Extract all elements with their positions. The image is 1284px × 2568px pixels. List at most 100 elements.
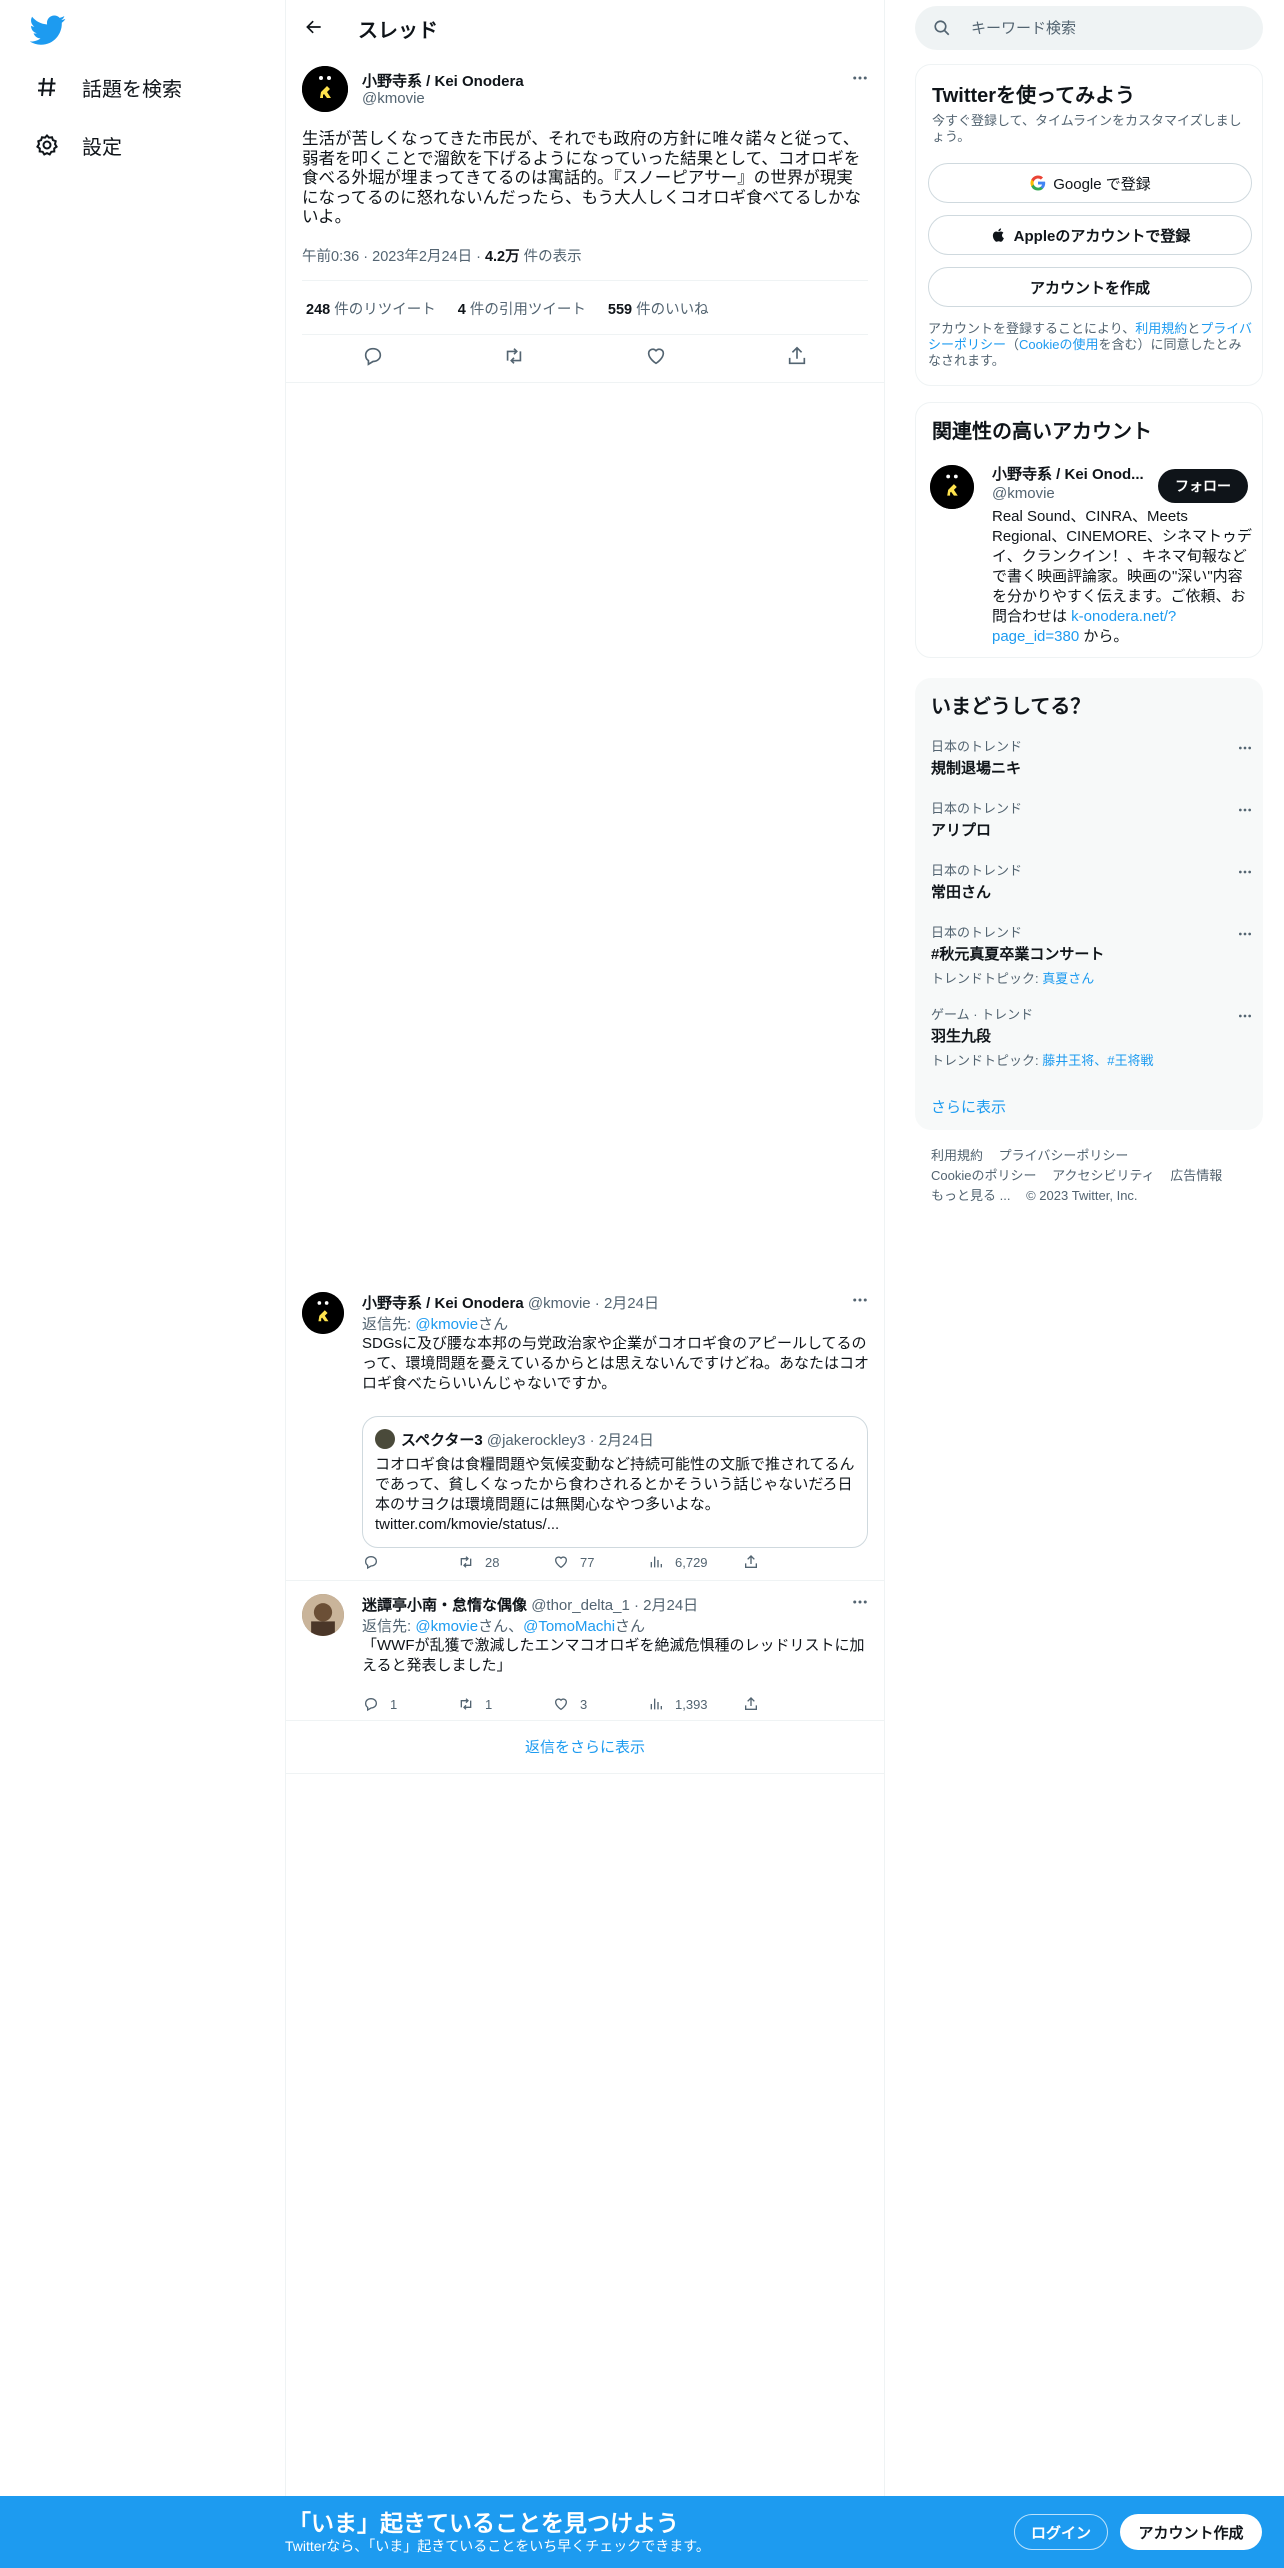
reply-to-handle[interactable]: @TomoMachi bbox=[523, 1618, 615, 1635]
footer-more-link[interactable]: もっと見る ... bbox=[931, 1188, 1010, 1203]
avatar[interactable] bbox=[930, 465, 974, 509]
signup-title: Twitterを使ってみよう bbox=[932, 85, 1136, 107]
google-signup-button[interactable]: Google で登録 bbox=[928, 163, 1252, 203]
cookie-link[interactable]: Cookieの使用 bbox=[1019, 337, 1098, 352]
tweet-text: 生活が苦しくなってきた市民が、それでも政府の方針に唯々諾々と従って、弱者を叩くこ… bbox=[302, 130, 862, 226]
like-icon bbox=[552, 1553, 570, 1571]
like-button[interactable]: 3 bbox=[552, 1695, 647, 1713]
reply-meta[interactable]: @thor_delta_1 · 2月24日 bbox=[531, 1597, 698, 1614]
more-options-icon[interactable] bbox=[1233, 922, 1257, 946]
signup-card: Twitterを使ってみよう 今すぐ登録して、タイムラインをカスタマイズしましょ… bbox=[915, 64, 1263, 386]
retweet-icon[interactable] bbox=[500, 342, 528, 370]
avatar[interactable] bbox=[302, 1292, 344, 1334]
divider bbox=[302, 280, 868, 281]
divider bbox=[302, 334, 868, 335]
reply-author-name[interactable]: 迷譚亭小南・怠惰な偶像 bbox=[362, 1597, 527, 1614]
more-options-icon[interactable] bbox=[848, 66, 872, 90]
retweets-stat[interactable]: 248 件のリツイート bbox=[306, 302, 436, 318]
sidebar-footer: 利用規約 プライバシーポリシー Cookieのポリシー アクセシビリティ 広告情… bbox=[931, 1146, 1251, 1206]
author-handle[interactable]: @kmovie bbox=[362, 90, 425, 107]
reply-to-handle[interactable]: @kmovie bbox=[415, 1316, 478, 1333]
reply-icon[interactable] bbox=[359, 342, 387, 370]
twitter-logo-icon[interactable] bbox=[29, 12, 66, 48]
terms-link[interactable]: 利用規約 bbox=[1135, 321, 1187, 336]
like-icon[interactable] bbox=[642, 342, 670, 370]
views-icon bbox=[647, 1695, 665, 1713]
trend-category: 日本のトレンド bbox=[931, 925, 1023, 940]
apple-signup-button[interactable]: Appleのアカウントで登録 bbox=[928, 215, 1252, 255]
likes-stat[interactable]: 559 件のいいね bbox=[608, 302, 709, 318]
share-button[interactable] bbox=[742, 1695, 782, 1713]
views-count: 1,393 bbox=[675, 1696, 708, 1712]
signup-legal-text: アカウントを登録することにより、利用規約とプライバシーポリシー（Cookieの使… bbox=[928, 321, 1253, 368]
search-bar[interactable] bbox=[915, 6, 1263, 50]
create-account-button[interactable]: アカウントを作成 bbox=[928, 267, 1252, 307]
quotes-stat[interactable]: 4 件の引用ツイート bbox=[458, 302, 586, 318]
reply-actions: 28 77 6,729 bbox=[362, 1550, 802, 1574]
trend-category: 日本のトレンド bbox=[931, 801, 1023, 816]
footer-privacy-link[interactable]: プライバシーポリシー bbox=[999, 1148, 1129, 1163]
reply-icon bbox=[362, 1553, 380, 1571]
trend-category: 日本のトレンド bbox=[931, 863, 1023, 878]
show-more-trends-link[interactable]: さらに表示 bbox=[931, 1096, 1006, 1117]
quote-link[interactable]: twitter.com/kmovie/status/... bbox=[375, 1516, 559, 1533]
more-options-icon[interactable] bbox=[1233, 1004, 1257, 1028]
views-button[interactable]: 6,729 bbox=[647, 1553, 742, 1571]
reply-author-name[interactable]: 小野寺系 / Kei Onodera bbox=[362, 1295, 524, 1312]
trend-item[interactable]: 日本のトレンド #秋元真夏卒業コンサート トレンドトピック: 真夏さん bbox=[931, 922, 1251, 987]
quote-avatar bbox=[375, 1429, 395, 1449]
reply-button[interactable] bbox=[362, 1553, 457, 1571]
retweet-button[interactable]: 1 bbox=[457, 1695, 552, 1713]
nav-settings[interactable]: 設定 bbox=[34, 125, 122, 165]
reply-to-handle[interactable]: @kmovie bbox=[415, 1618, 478, 1635]
trend-topic-link[interactable]: 藤井王将、#王将戦 bbox=[1042, 1053, 1153, 1068]
views-count: 6,729 bbox=[675, 1554, 708, 1570]
reply-header: 小野寺系 / Kei Onodera @kmovie · 2月24日 bbox=[362, 1292, 659, 1313]
quote-meta: @jakerockley3 · 2月24日 bbox=[486, 1432, 654, 1449]
trend-item[interactable]: 日本のトレンド 常田さん bbox=[931, 860, 1251, 902]
login-button[interactable]: ログイン bbox=[1014, 2514, 1108, 2550]
trend-item[interactable]: 日本のトレンド アリプロ bbox=[931, 798, 1251, 840]
footer-copyright: © 2023 Twitter, Inc. bbox=[1026, 1188, 1138, 1203]
trend-topic-link[interactable]: 真夏さん bbox=[1042, 971, 1094, 986]
like-count: 3 bbox=[580, 1696, 588, 1712]
views-count: 4.2万 bbox=[484, 249, 520, 265]
trend-item[interactable]: ゲーム · トレンド 羽生九段 トレンドトピック: 藤井王将、#王将戦 bbox=[931, 1004, 1251, 1069]
reply-button[interactable]: 1 bbox=[362, 1695, 457, 1713]
footer-ads-link[interactable]: 広告情報 bbox=[1170, 1168, 1222, 1183]
footer-accessibility-link[interactable]: アクセシビリティ bbox=[1052, 1168, 1155, 1183]
like-button[interactable]: 77 bbox=[552, 1553, 647, 1571]
back-arrow-icon[interactable] bbox=[300, 13, 328, 41]
views-button[interactable]: 1,393 bbox=[647, 1695, 742, 1713]
more-options-icon[interactable] bbox=[848, 1590, 872, 1614]
more-options-icon[interactable] bbox=[1233, 736, 1257, 760]
follow-button[interactable]: フォロー bbox=[1158, 469, 1248, 503]
nav-explore[interactable]: 話題を検索 bbox=[34, 67, 182, 107]
trend-topic: トレンドトピック: 真夏さん bbox=[931, 971, 1095, 986]
avatar[interactable] bbox=[302, 66, 348, 112]
more-options-icon[interactable] bbox=[848, 1288, 872, 1312]
show-more-replies-link[interactable]: 返信をさらに表示 bbox=[286, 1720, 884, 1774]
reply-meta[interactable]: @kmovie · 2月24日 bbox=[528, 1295, 659, 1312]
trend-item[interactable]: 日本のトレンド 規制退場ニキ bbox=[931, 736, 1251, 778]
trends-title: いまどうしてる？ bbox=[931, 696, 1091, 718]
quote-tweet[interactable]: スペクター3 @jakerockley3 · 2月24日 コオロギ食は食糧問題や… bbox=[362, 1416, 868, 1548]
retweet-button[interactable]: 28 bbox=[457, 1553, 552, 1571]
tweet-date[interactable]: 2023年2月24日 bbox=[372, 249, 472, 265]
related-account-handle[interactable]: @kmovie bbox=[992, 485, 1055, 502]
share-button[interactable] bbox=[742, 1553, 782, 1571]
more-options-icon[interactable] bbox=[1233, 798, 1257, 822]
footer-cookie-link[interactable]: Cookieのポリシー bbox=[931, 1168, 1036, 1183]
share-icon[interactable] bbox=[783, 342, 811, 370]
tweet-time[interactable]: 午前0:36 bbox=[302, 249, 359, 265]
more-options-icon[interactable] bbox=[1233, 860, 1257, 884]
reply-to: 返信先: @kmovieさん、@TomoMachiさん bbox=[362, 1618, 646, 1635]
search-input[interactable] bbox=[971, 16, 1241, 40]
avatar[interactable] bbox=[302, 1594, 344, 1636]
footer-terms-link[interactable]: 利用規約 bbox=[931, 1148, 983, 1163]
related-accounts-card: 関連性の高いアカウント 小野寺系 / Kei Onod... @kmovie フ… bbox=[915, 402, 1263, 658]
related-account-name[interactable]: 小野寺系 / Kei Onod... bbox=[992, 463, 1152, 484]
author-name[interactable]: 小野寺系 / Kei Onodera bbox=[362, 70, 524, 91]
signup-button[interactable]: アカウント作成 bbox=[1120, 2514, 1262, 2550]
apple-icon bbox=[990, 226, 1008, 244]
